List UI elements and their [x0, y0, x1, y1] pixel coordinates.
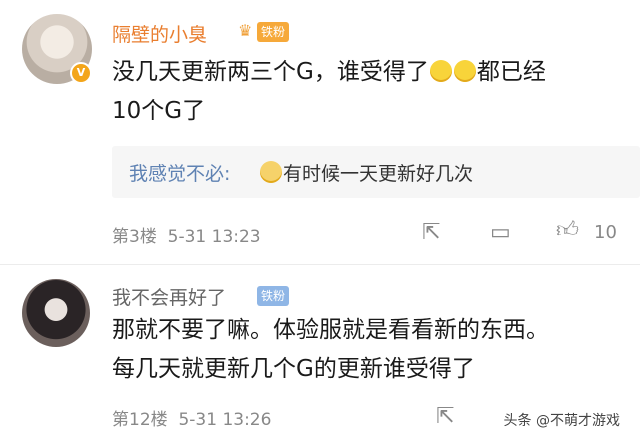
reply-text: 有时候一天更新好几次 — [259, 159, 473, 186]
comment-meta: 第3楼 5-31 13:23 — [112, 222, 261, 247]
share-icon[interactable]: ⇱ — [422, 221, 440, 245]
thumbs-up-icon[interactable]: 👍︎ — [556, 219, 579, 243]
fan-badge: 铁粉 — [257, 286, 290, 306]
comment-text: 那就不要了嘛。体验服就是看看新的东西。 每几天就更新几个G的更新谁受得了 — [112, 311, 632, 389]
comment-text-part: 没几天更新两三个G，谁受得了 — [112, 59, 429, 85]
comment-text: 没几天更新两三个G，谁受得了 都已经 10个G了 — [112, 53, 632, 131]
floor-label: 第12楼 — [112, 410, 168, 430]
username[interactable]: 隔壁的小臭 — [112, 20, 207, 47]
comment-text-line2: 每几天就更新几个G的更新谁受得了 — [112, 356, 475, 382]
crying-emoji-icon — [260, 161, 282, 183]
smile-emoji-icon — [453, 60, 476, 82]
reply-box[interactable]: 我感觉不必: 有时候一天更新好几次 — [112, 146, 640, 198]
smile-emoji-icon — [429, 60, 452, 82]
reply-text-content: 有时候一天更新好几次 — [283, 163, 474, 185]
fan-badge: 铁粉 — [257, 22, 290, 42]
timestamp: 5-31 13:26 — [178, 410, 272, 430]
like-count: 10 — [594, 222, 617, 243]
watermark: 头条 @不萌才游戏 — [503, 413, 620, 429]
verified-badge-icon: V — [70, 62, 92, 84]
timestamp: 5-31 13:23 — [167, 227, 261, 247]
reply-author[interactable]: 我感觉不必: — [129, 159, 230, 186]
comment-text-line2: 10个G了 — [112, 98, 206, 124]
username[interactable]: 我不会再好了 — [112, 283, 226, 310]
avatar[interactable] — [22, 279, 90, 347]
share-icon[interactable]: ⇱ — [436, 405, 454, 429]
comment-text-part: 都已经 — [476, 59, 546, 85]
comment-text-line1: 那就不要了嘛。体验服就是看看新的东西。 — [112, 317, 549, 343]
floor-label: 第3楼 — [112, 227, 157, 247]
comment-icon[interactable]: ▭ — [490, 221, 511, 245]
comment-item: V 隔壁的小臭 ♛ 铁粉 没几天更新两三个G，谁受得了 都已经 10个G了 我感觉… — [0, 0, 640, 265]
comment-meta: 第12楼 5-31 13:26 — [112, 405, 271, 430]
